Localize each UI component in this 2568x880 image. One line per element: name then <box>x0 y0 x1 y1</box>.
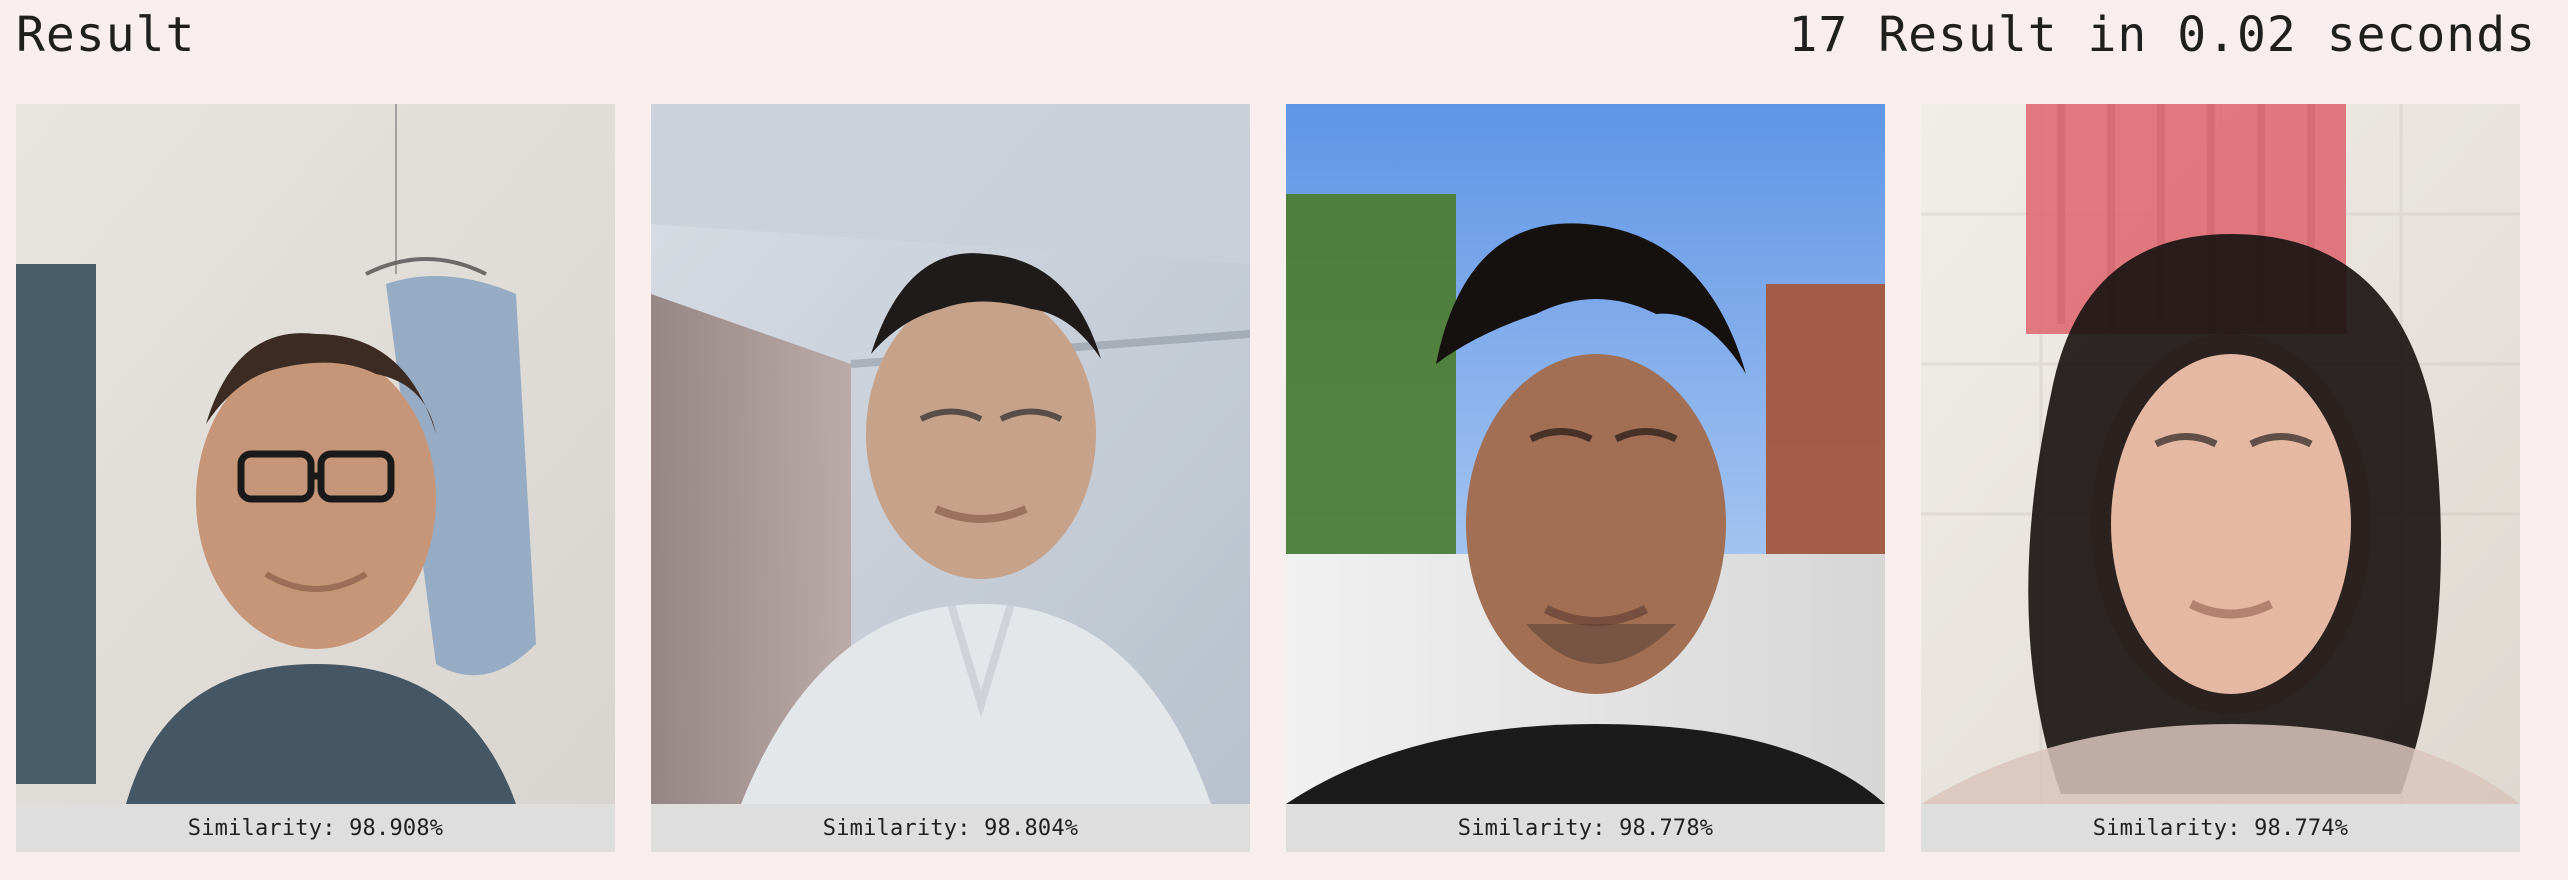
similarity-gap <box>336 816 349 841</box>
result-card[interactable]: Similarity: 98.804% <box>651 104 1250 852</box>
page-title: Result <box>16 7 196 63</box>
similarity-caption: Similarity: 98.908% <box>16 804 615 852</box>
similarity-label: Similarity: <box>822 815 971 841</box>
similarity-value: 98.778% <box>1619 815 1714 841</box>
similarity-label: Similarity: <box>187 815 336 841</box>
similarity-gap <box>971 816 984 841</box>
result-card[interactable]: Similarity: 98.908% <box>16 104 615 852</box>
results-header: Result 17 Result in 0.02 seconds <box>16 0 2536 70</box>
result-card[interactable]: Similarity: 98.778% <box>1286 104 1885 852</box>
result-photo-image <box>1921 104 2520 804</box>
similarity-value: 98.908% <box>349 815 444 841</box>
similarity-label: Similarity: <box>2092 815 2241 841</box>
similarity-value: 98.804% <box>984 815 1079 841</box>
result-photo[interactable] <box>16 104 615 804</box>
result-photo-image <box>16 104 615 804</box>
result-photo[interactable] <box>1921 104 2520 804</box>
similarity-gap <box>2241 816 2254 841</box>
similarity-label: Similarity: <box>1457 815 1606 841</box>
result-photo-image <box>651 104 1250 804</box>
result-photo-image <box>1286 104 1885 804</box>
similarity-caption: Similarity: 98.804% <box>651 804 1250 852</box>
results-summary: 17 Result in 0.02 seconds <box>1788 7 2536 63</box>
result-card[interactable]: Similarity: 98.774% <box>1921 104 2520 852</box>
similarity-caption: Similarity: 98.774% <box>1921 804 2520 852</box>
similarity-gap <box>1606 816 1619 841</box>
results-grid: Similarity: 98.908% Similarity: 98.804% … <box>16 104 2520 852</box>
similarity-caption: Similarity: 98.778% <box>1286 804 1885 852</box>
result-photo[interactable] <box>1286 104 1885 804</box>
similarity-value: 98.774% <box>2254 815 2349 841</box>
result-photo[interactable] <box>651 104 1250 804</box>
